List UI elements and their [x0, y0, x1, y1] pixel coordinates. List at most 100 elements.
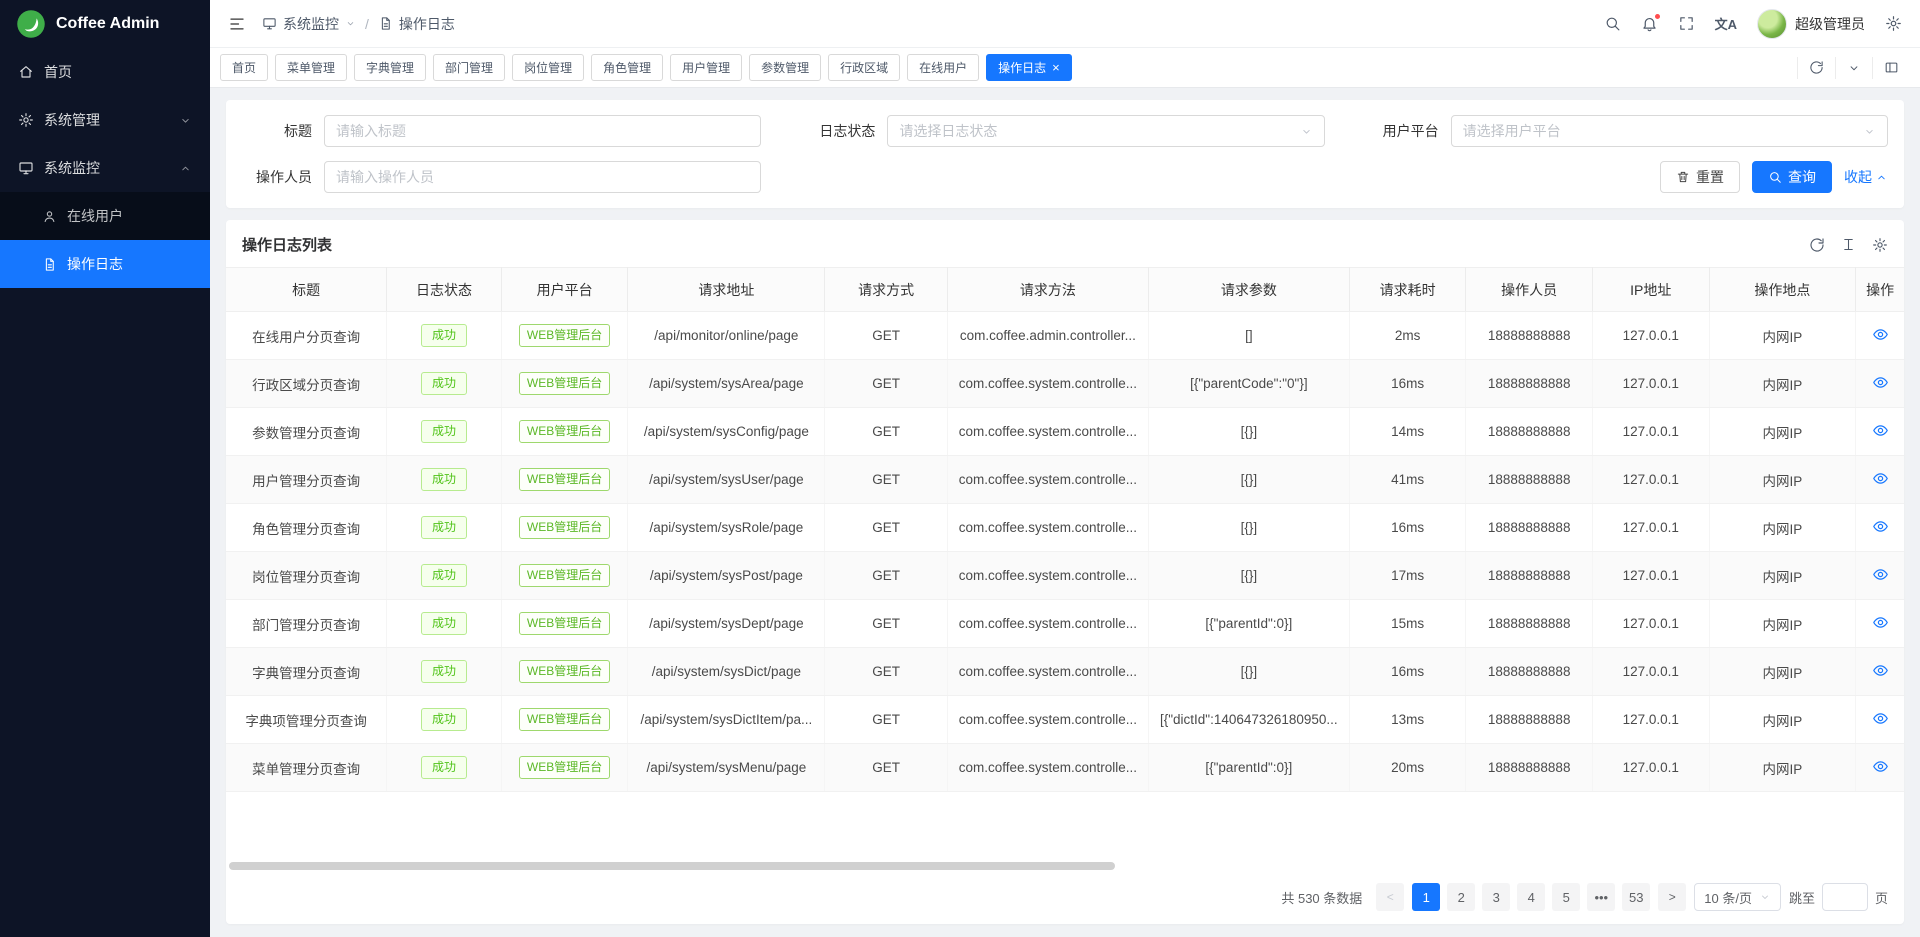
breadcrumb-page: 操作日志 [378, 14, 455, 34]
collapse-link[interactable]: 收起 [1844, 167, 1888, 187]
tab-label: 参数管理 [761, 59, 809, 76]
page-button[interactable]: ••• [1587, 883, 1615, 911]
avatar [1757, 9, 1787, 39]
page-button[interactable]: 53 [1622, 883, 1650, 911]
column-header: 请求参数 [1148, 268, 1349, 312]
table-row: 参数管理分页查询 成功 WEB管理后台 /api/system/sysConfi… [226, 408, 1904, 456]
refresh-icon[interactable] [1809, 237, 1825, 253]
tab-label: 角色管理 [603, 59, 651, 76]
tab-item[interactable]: 角色管理 [591, 54, 663, 81]
view-detail-button[interactable] [1872, 470, 1889, 487]
table-card-header: 操作日志列表 [226, 220, 1904, 267]
chevron-down-icon [1863, 125, 1876, 138]
status-badge: 成功 [421, 564, 467, 586]
eye-icon [1872, 422, 1889, 439]
tab-item[interactable]: 岗位管理 [512, 54, 584, 81]
search-icon [1768, 170, 1782, 184]
view-detail-button[interactable] [1872, 422, 1889, 439]
cell-request-time: 16ms [1349, 360, 1466, 408]
column-header: 操作人员 [1466, 268, 1593, 312]
refresh-icon[interactable] [1797, 57, 1835, 79]
page-button[interactable]: 4 [1517, 883, 1545, 911]
status-badge: 成功 [421, 420, 467, 442]
log-status-select[interactable]: 请选择日志状态 [887, 115, 1324, 147]
prev-page-button[interactable]: < [1376, 883, 1404, 911]
platform-label: 用户平台 [1369, 121, 1439, 141]
cell-ip: 127.0.0.1 [1592, 744, 1709, 792]
operator-input[interactable] [324, 161, 761, 193]
page-button[interactable]: 1 [1412, 883, 1440, 911]
cell-ip: 127.0.0.1 [1592, 600, 1709, 648]
layout-icon[interactable] [1872, 57, 1910, 79]
tab-item[interactable]: 菜单管理 [275, 54, 347, 81]
status-badge: 成功 [421, 756, 467, 778]
cell-request-time: 2ms [1349, 312, 1466, 360]
view-detail-button[interactable] [1872, 758, 1889, 775]
view-detail-button[interactable] [1872, 614, 1889, 631]
tab-item[interactable]: 部门管理 [433, 54, 505, 81]
pagination: 共 530 条数据 < 1 2 3 4 5 ••• [226, 874, 1904, 924]
column-height-icon[interactable] [1841, 237, 1856, 252]
view-detail-button[interactable] [1872, 566, 1889, 583]
column-header: 操作地点 [1709, 268, 1856, 312]
next-page-button[interactable]: > [1658, 883, 1686, 911]
cell-operator: 18888888888 [1466, 360, 1593, 408]
breadcrumb-section-label: 系统监控 [283, 14, 339, 34]
page-jump-input[interactable] [1822, 883, 1868, 911]
translate-icon[interactable]: 文A [1715, 14, 1737, 33]
reset-button[interactable]: 重置 [1660, 161, 1740, 193]
settings-gear-icon[interactable] [1885, 15, 1902, 32]
platform-badge: WEB管理后台 [519, 660, 610, 682]
monitor-icon [262, 16, 277, 31]
page-size-select[interactable]: 10 条/页 [1694, 883, 1781, 911]
sidebar-item-home[interactable]: 首页 [0, 48, 210, 96]
cell-status: 成功 [387, 744, 502, 792]
view-detail-button[interactable] [1872, 326, 1889, 343]
menu-fold-icon[interactable] [228, 15, 246, 33]
search-icon[interactable] [1604, 15, 1621, 32]
view-detail-button[interactable] [1872, 374, 1889, 391]
tab-item[interactable]: 用户管理 [670, 54, 742, 81]
cell-location: 内网IP [1709, 648, 1856, 696]
close-icon[interactable]: × [1052, 61, 1060, 74]
tab-item[interactable]: 在线用户 [907, 54, 979, 81]
cell-request-params: [{"parentId":0}] [1148, 744, 1349, 792]
log-table-card: 操作日志列表 标题日志状态用户平台请求地址请求方式请求方法请求参数请求耗时操作人… [226, 220, 1904, 924]
title-input[interactable] [324, 115, 761, 147]
cell-request-func: com.coffee.system.controlle... [947, 504, 1148, 552]
app-logo[interactable]: Coffee Admin [0, 0, 210, 48]
view-detail-button[interactable] [1872, 662, 1889, 679]
view-detail-button[interactable] [1872, 518, 1889, 535]
search-button[interactable]: 查询 [1752, 161, 1832, 193]
tab-item[interactable]: 行政区域 [828, 54, 900, 81]
view-detail-button[interactable] [1872, 710, 1889, 727]
bell-icon[interactable] [1641, 15, 1658, 32]
table-row: 部门管理分页查询 成功 WEB管理后台 /api/system/sysDept/… [226, 600, 1904, 648]
cell-ip: 127.0.0.1 [1592, 648, 1709, 696]
sidebar-item-system-monitor[interactable]: 系统监控 [0, 144, 210, 192]
page-button[interactable]: 2 [1447, 883, 1475, 911]
tab-item[interactable]: 操作日志 × [986, 54, 1072, 81]
user-platform-select[interactable]: 请选择用户平台 [1451, 115, 1888, 147]
page-button[interactable]: 5 [1552, 883, 1580, 911]
page-jump: 跳至 页 [1789, 883, 1888, 911]
tab-item[interactable]: 首页 [220, 54, 268, 81]
user-menu[interactable]: 超级管理员 [1757, 9, 1865, 39]
gear-icon[interactable] [1872, 237, 1888, 253]
fullscreen-icon[interactable] [1678, 15, 1695, 32]
cell-status: 成功 [387, 696, 502, 744]
tab-item[interactable]: 字典管理 [354, 54, 426, 81]
tab-item[interactable]: 参数管理 [749, 54, 821, 81]
sidebar-item-system-mgmt[interactable]: 系统管理 [0, 96, 210, 144]
filter-field-platform: 用户平台 请选择用户平台 [1369, 115, 1888, 147]
scrollbar-thumb[interactable] [229, 862, 1115, 870]
sidebar-item-op-log[interactable]: 操作日志 [0, 240, 210, 288]
page-button[interactable]: 3 [1482, 883, 1510, 911]
cell-request-method: GET [825, 696, 948, 744]
cell-actions [1856, 408, 1904, 456]
breadcrumb-section[interactable]: 系统监控 [262, 14, 356, 34]
chevron-down-icon[interactable] [1835, 57, 1872, 79]
cell-request-time: 15ms [1349, 600, 1466, 648]
cell-request-method: GET [825, 744, 948, 792]
sidebar-item-online-user[interactable]: 在线用户 [0, 192, 210, 240]
